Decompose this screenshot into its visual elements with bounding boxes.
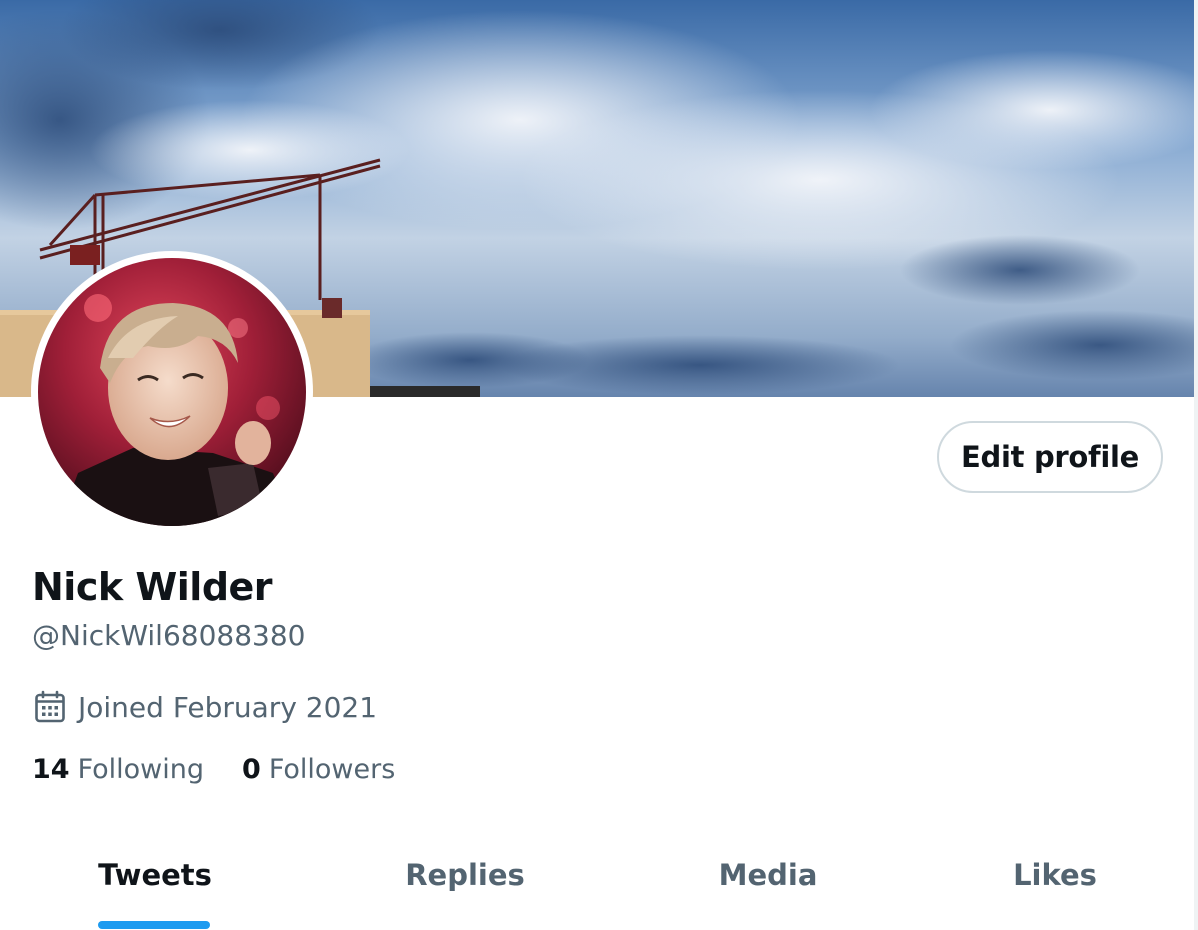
column-border (1194, 0, 1198, 930)
followers-count: 0 (242, 754, 261, 785)
display-name: Nick Wilder (32, 565, 273, 609)
tab-likes[interactable]: Likes (916, 840, 1194, 930)
followers-label: Followers (268, 754, 396, 785)
calendar-icon (34, 690, 66, 724)
tab-tweets[interactable]: Tweets (0, 840, 310, 930)
user-handle: @NickWil68088380 (32, 619, 306, 652)
followers-link[interactable]: 0 Followers (242, 754, 395, 785)
tab-media-label: Media (718, 858, 818, 892)
follow-stats: 14 Following 0 Followers (32, 754, 395, 785)
tab-replies[interactable]: Replies (310, 840, 620, 930)
active-tab-indicator (98, 921, 210, 929)
avatar-photo (38, 258, 306, 526)
tab-likes-label: Likes (1013, 858, 1097, 892)
following-count: 14 (32, 754, 70, 785)
profile-tabs: Tweets Replies Media Likes (0, 840, 1194, 930)
following-label: Following (77, 754, 205, 785)
tab-tweets-label: Tweets (98, 858, 212, 892)
profile-page: Edit profile Nick Wilder @NickWil6808838… (0, 0, 1198, 930)
avatar[interactable] (31, 251, 313, 533)
tab-media[interactable]: Media (620, 840, 916, 930)
following-link[interactable]: 14 Following (32, 754, 204, 785)
edit-profile-button[interactable]: Edit profile (937, 421, 1163, 493)
tab-replies-label: Replies (405, 858, 525, 892)
joined-text: Joined February 2021 (78, 690, 378, 724)
joined-date: Joined February 2021 (34, 690, 377, 724)
